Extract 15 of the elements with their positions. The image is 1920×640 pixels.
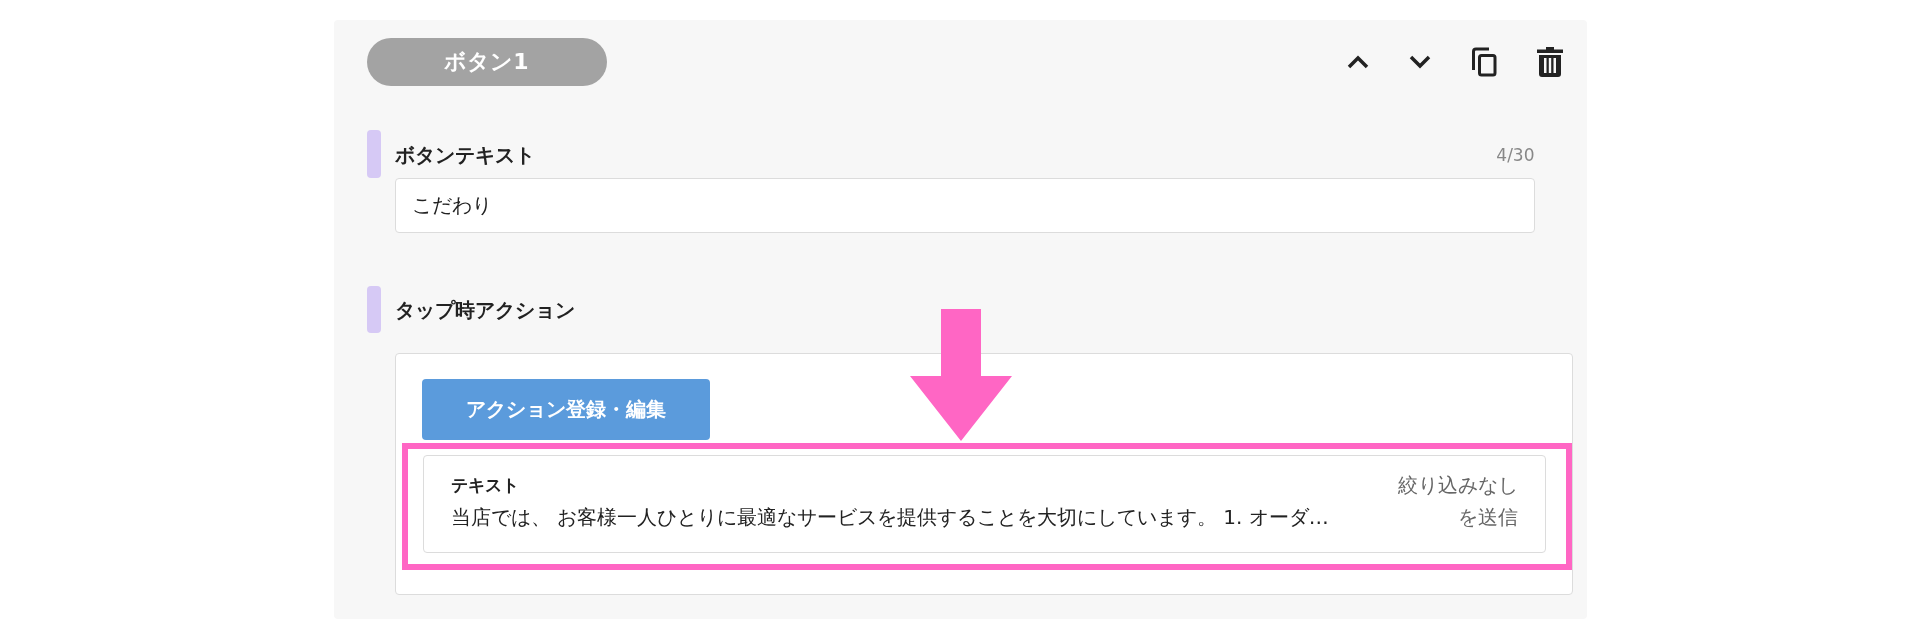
action-type: テキスト [450,474,519,497]
filter-label: 絞り込みなし [1397,472,1518,498]
block-label: ボタン1 [366,38,607,86]
field-label: タップ時アクション [394,297,575,324]
message-preview: 当店では、 お客様一人ひとりに最適なサービスを提供することを大切にしています。 1. オーダ… [450,504,1329,531]
section-marker [366,130,381,178]
section-marker [366,286,381,333]
trash-icon[interactable] [1536,47,1563,77]
character-counter: 4/30 [1496,144,1535,167]
field-label: ボタンテキスト [394,142,535,169]
text-field[interactable]: こだわり [394,178,1535,233]
chevron-up-icon[interactable] [1346,55,1369,69]
send-label: を送信 [1457,504,1518,531]
copy-icon[interactable] [1470,47,1497,77]
chevron-down-icon[interactable] [1408,55,1431,69]
